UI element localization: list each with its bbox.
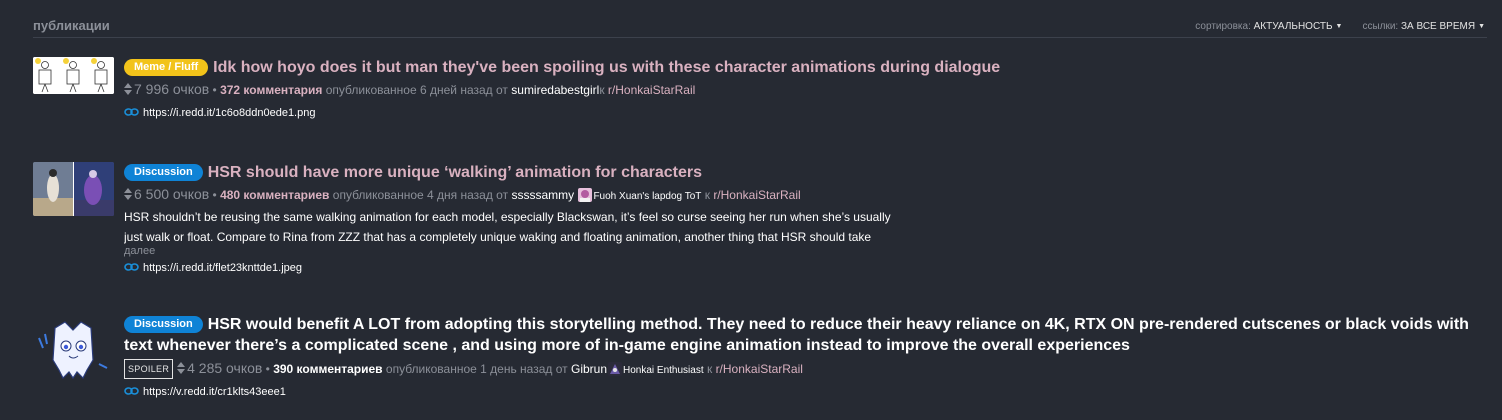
post-url-text[interactable]: https://i.redd.it/flet23knttde1.jpeg	[143, 262, 302, 274]
listing-header: публикации сортировка: актуальность ▼ ссы…	[33, 14, 1487, 38]
post-score: 6 500 очков	[134, 186, 210, 202]
post-title-line: Meme / Fluff Idk how hoyo does it but man…	[124, 57, 1493, 78]
time-filter-label: ссылки:	[1362, 21, 1399, 32]
post-flair[interactable]: Meme / Fluff	[124, 59, 209, 76]
time-filter-value[interactable]: за все время	[1401, 21, 1475, 32]
post-time: опубликованное 4 дня назад от	[332, 188, 509, 202]
sort-control[interactable]: сортировка: актуальность ▼	[1195, 21, 1342, 32]
user-flair-avatar-icon	[608, 362, 623, 376]
read-more-link[interactable]: далее	[124, 245, 1493, 257]
post-score: 4 285 очков	[187, 360, 263, 376]
post-body: Meme / Fluff Idk how hoyo does it but man…	[124, 57, 1493, 120]
section-title: публикации	[33, 18, 110, 33]
subreddit-prefix: к	[704, 188, 710, 202]
post-url-text[interactable]: https://v.redd.it/cr1klts43eee1	[143, 386, 286, 398]
post-title-line: Discussion HSR should have more unique ‘w…	[124, 162, 1493, 183]
sort-value[interactable]: актуальность	[1254, 21, 1333, 32]
post-flair[interactable]: Discussion	[124, 164, 203, 181]
listing-controls: сортировка: актуальность ▼ ссылки: за все…	[1195, 21, 1485, 32]
spoiler-tag: SPOILER	[124, 359, 174, 379]
post-author[interactable]: sumiredabestgirl	[511, 83, 599, 97]
post-body: Discussion HSR should have more unique ‘w…	[124, 162, 1493, 275]
post-time: опубликованное 1 день назад от	[385, 362, 568, 376]
comments-link[interactable]: 372 комментария	[220, 83, 322, 97]
post-score: 7 996 очков	[134, 81, 210, 97]
comic-thumbnail-image	[33, 57, 114, 94]
post-thumbnail[interactable]	[33, 320, 114, 380]
game-screenshot-thumbnail-image	[33, 162, 114, 216]
post-url[interactable]: https://i.redd.it/flet23knttde1.jpeg	[124, 261, 1493, 275]
post-subreddit[interactable]: r/HonkaiStarRail	[608, 83, 695, 97]
publications-page: публикации сортировка: актуальность ▼ ссы…	[0, 0, 1502, 420]
time-filter-caret-icon[interactable]: ▼	[1478, 23, 1485, 30]
time-filter-control[interactable]: ссылки: за все время ▼	[1362, 21, 1485, 32]
vote-arrows-icon[interactable]	[177, 362, 186, 374]
mascot-thumbnail-image	[38, 321, 108, 380]
post-meta: SPOILER 4 285 очков • 390 комментариев оп…	[124, 359, 1493, 379]
post-author[interactable]: sssssammy	[511, 188, 574, 202]
post-url-text[interactable]: https://i.redd.it/1c6o8ddn0ede1.png	[143, 107, 315, 119]
post-selftext-preview: HSR shouldn’t be reusing the same walkin…	[124, 210, 891, 244]
post-author[interactable]: Gibrun	[571, 362, 607, 376]
chain-link-icon	[124, 387, 139, 395]
sort-label: сортировка:	[1195, 21, 1251, 32]
post-title[interactable]: HSR would benefit A LOT from adopting th…	[124, 316, 1469, 354]
user-flair: Honkai Enthusiast	[623, 365, 704, 376]
subreddit-prefix: к	[706, 362, 713, 376]
chain-link-icon	[124, 108, 139, 116]
post-title[interactable]: HSR should have more unique ‘walking’ an…	[208, 164, 702, 181]
chain-link-icon	[124, 263, 139, 271]
user-flair: Fuoh Xuan's lapdog ToT	[593, 191, 702, 202]
post-body: Discussion HSR would benefit A LOT from a…	[124, 314, 1493, 399]
post-subreddit[interactable]: r/HonkaiStarRail	[716, 362, 803, 376]
post-url[interactable]: https://v.redd.it/cr1klts43eee1	[124, 385, 1493, 399]
post-meta: 7 996 очков • 372 комментария опубликова…	[124, 81, 1493, 98]
comments-link[interactable]: 390 комментариев	[273, 362, 382, 376]
post-flair[interactable]: Discussion	[124, 316, 203, 333]
post-url[interactable]: https://i.redd.it/1c6o8ddn0ede1.png	[124, 106, 1493, 120]
post-title-line: Discussion HSR would benefit A LOT from a…	[124, 314, 1493, 356]
post-thumbnail[interactable]	[33, 57, 114, 94]
post-time: опубликованное 6 дней назад от	[325, 83, 508, 97]
post-title[interactable]: Idk how hoyo does it but man they've bee…	[213, 59, 1000, 76]
subreddit-prefix: к	[599, 83, 605, 97]
vote-arrows-icon[interactable]	[124, 83, 132, 95]
user-flair-avatar-icon	[578, 188, 593, 202]
sort-caret-icon[interactable]: ▼	[1336, 23, 1343, 30]
post-subreddit[interactable]: r/HonkaiStarRail	[713, 188, 800, 202]
post-meta: 6 500 очков • 480 комментариев опубликов…	[124, 186, 1493, 205]
post-thumbnail[interactable]	[33, 162, 114, 216]
comments-link[interactable]: 480 комментариев	[220, 188, 329, 202]
vote-arrows-icon[interactable]	[124, 188, 132, 200]
